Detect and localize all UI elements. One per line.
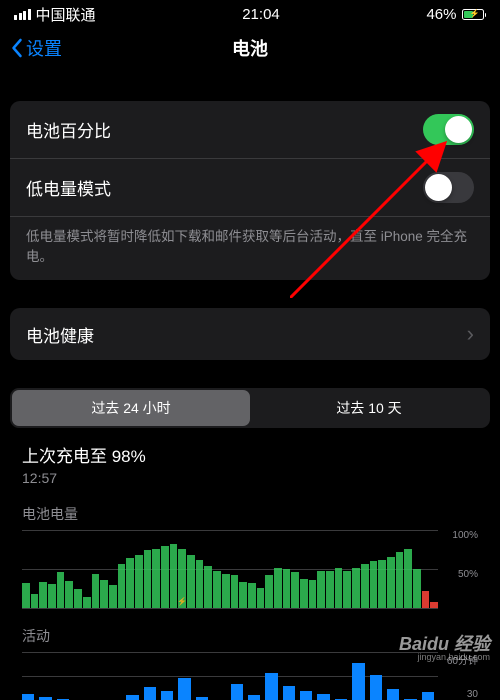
signal-icon xyxy=(14,9,31,20)
chart-bar xyxy=(317,694,329,700)
chart-bar xyxy=(135,555,143,608)
battery-percent: 46% xyxy=(426,6,456,23)
chart-bar xyxy=(109,585,117,608)
chart-bar xyxy=(361,564,369,608)
chart-bar xyxy=(370,561,378,608)
chevron-left-icon xyxy=(10,38,23,58)
chart-bar xyxy=(92,574,100,608)
chart-bar xyxy=(257,588,265,608)
status-bar: 中国联通 21:04 46% ⚡ xyxy=(0,0,500,27)
chart-bar xyxy=(352,568,360,609)
time-range-tabs: 过去 24 小时 过去 10 天 xyxy=(10,388,490,428)
tab-10d[interactable]: 过去 10 天 xyxy=(250,390,488,426)
chart-bar xyxy=(39,582,47,609)
chart-bar xyxy=(413,569,421,608)
chart-bar xyxy=(283,686,295,700)
chart-bar xyxy=(83,597,91,608)
y-label-100: 100% xyxy=(444,530,478,541)
low-power-description: 低电量模式将暂时降低如下载和邮件获取等后台活动，直至 iPhone 完全充电。 xyxy=(10,217,490,280)
chart-bar xyxy=(396,552,404,608)
y-label-50: 50% xyxy=(444,569,478,580)
nav-bar: 设置 电池 xyxy=(0,27,500,73)
y-label-30min: 30 xyxy=(444,689,478,700)
last-charge-title: 上次充电至 98% xyxy=(22,442,478,467)
chart-bar xyxy=(248,583,256,608)
chart-bar xyxy=(300,579,308,609)
chart-bar xyxy=(317,571,325,608)
back-label: 设置 xyxy=(26,35,62,61)
chart-bar xyxy=(265,575,273,608)
chart-bar xyxy=(22,694,34,700)
chart-bar xyxy=(126,558,134,608)
chart-bar xyxy=(152,549,160,608)
chart-bar xyxy=(222,574,230,608)
chart-bar xyxy=(300,691,312,700)
chart-bar xyxy=(343,571,351,608)
battery-health-label: 电池健康 xyxy=(26,322,94,347)
last-charge-time: 12:57 xyxy=(22,470,478,486)
chart-bar xyxy=(274,568,282,609)
chart-bar xyxy=(231,575,239,608)
last-charge-info: 上次充电至 98% 12:57 xyxy=(22,442,478,486)
chart-bar xyxy=(422,692,434,700)
chart-bar xyxy=(161,691,173,700)
chart-bar xyxy=(430,602,438,608)
watermark-main: Baidu 经验 xyxy=(399,635,490,653)
battery-percentage-row: 电池百分比 xyxy=(10,101,490,159)
chart-bar xyxy=(352,663,364,700)
chart-bar xyxy=(144,687,156,700)
chart-bar xyxy=(178,678,190,700)
chart-bar xyxy=(265,673,277,700)
chart-bar xyxy=(65,581,73,608)
carrier-label: 中国联通 xyxy=(36,4,96,25)
chart-bar xyxy=(378,560,386,608)
chart-bar xyxy=(100,580,108,608)
low-power-toggle[interactable] xyxy=(423,172,474,203)
tab-24h[interactable]: 过去 24 小时 xyxy=(12,390,250,426)
back-button[interactable]: 设置 xyxy=(10,35,62,61)
page-title: 电池 xyxy=(232,35,268,61)
chart-bar xyxy=(196,560,204,608)
chart-bar xyxy=(326,571,334,608)
chart-bar xyxy=(144,550,152,608)
activity-chart xyxy=(22,652,438,700)
chart-bar xyxy=(248,695,260,700)
low-power-label: 低电量模式 xyxy=(26,175,111,200)
status-time: 21:04 xyxy=(242,6,280,23)
chart-bar xyxy=(309,580,317,608)
chart-bar xyxy=(335,568,343,609)
chart-bar xyxy=(74,589,82,608)
chart-bar xyxy=(204,566,212,608)
chart-bar xyxy=(22,583,30,608)
battery-health-row[interactable]: 电池健康 › xyxy=(10,308,490,360)
chart-bar xyxy=(118,564,126,608)
low-power-row: 低电量模式 xyxy=(10,159,490,217)
chart-bar xyxy=(404,549,412,608)
watermark: Baidu 经验 jingyan.baidu.com xyxy=(399,635,490,662)
chart-bar xyxy=(126,695,138,700)
battery-icon: ⚡ xyxy=(462,9,487,20)
watermark-sub: jingyan.baidu.com xyxy=(399,653,490,662)
chart-bar xyxy=(48,584,56,608)
chevron-right-icon: › xyxy=(467,321,474,347)
chart-bar xyxy=(239,582,247,609)
chart-bar xyxy=(422,591,430,608)
chart-bar xyxy=(291,572,299,608)
chart-bar xyxy=(57,572,65,608)
chart-bar xyxy=(387,557,395,608)
chart-bar xyxy=(187,555,195,608)
chart-bar xyxy=(161,546,169,608)
battery-percentage-toggle[interactable] xyxy=(423,114,474,145)
battery-level-chart-label: 电池电量 xyxy=(22,504,478,524)
battery-percentage-label: 电池百分比 xyxy=(26,117,111,142)
chart-bar xyxy=(31,594,39,608)
chart-bar xyxy=(387,689,399,700)
chart-bar xyxy=(213,571,221,608)
chart-bar: ⚡ xyxy=(178,549,186,608)
chart-bar xyxy=(370,675,382,700)
chart-bar xyxy=(283,569,291,608)
chart-bar xyxy=(170,544,178,608)
battery-level-chart: ⚡ xyxy=(22,530,438,608)
chart-bar xyxy=(231,684,243,700)
